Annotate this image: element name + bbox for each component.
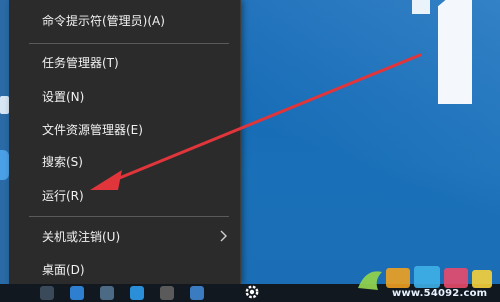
taskbar-app-icon[interactable] [190,286,204,300]
menu-divider [29,216,229,217]
menu-item-command-prompt-admin[interactable]: 命令提示符(管理员)(A) [9,5,240,35]
windows-logo-wallpaper [438,0,472,104]
menu-item-label: 设置(N) [42,89,85,104]
menu-item-settings[interactable]: 设置(N) [9,81,240,111]
taskbar-app-icon[interactable] [160,286,174,300]
menu-item-file-explorer[interactable]: 文件资源管理器(E) [9,114,240,144]
menu-item-label: 命令提示符(管理员)(A) [42,13,165,28]
menu-item-label: 任务管理器(T) [42,55,119,70]
windows-logo-wallpaper-top [412,0,430,14]
menu-item-label: 文件资源管理器(E) [42,122,143,137]
chevron-right-icon [220,230,227,242]
watermark-site-text: www.54092.com [392,288,488,299]
menu-divider [29,43,229,44]
menu-item-task-manager[interactable]: 任务管理器(T) [9,47,240,77]
winx-context-menu: 命令提示符(管理员)(A) 任务管理器(T) 设置(N) 文件资源管理器(E) … [9,0,241,284]
menu-item-label: 桌面(D) [42,262,85,277]
menu-item-label: 运行(R) [42,188,84,203]
desktop-shortcut-icon[interactable] [0,150,9,180]
menu-item-shutdown-signout[interactable]: 关机或注销(U) [9,221,240,251]
menu-item-label: 关机或注销(U) [42,229,121,244]
menu-item-label: 搜索(S) [42,154,83,169]
taskbar-app-icon[interactable] [100,286,114,300]
taskbar-app-icon[interactable] [130,286,144,300]
gear-icon[interactable] [243,283,261,301]
menu-item-desktop[interactable]: 桌面(D) [9,254,240,284]
menu-item-run[interactable]: 运行(R) [9,180,240,210]
taskbar-app-icon[interactable] [40,286,54,300]
taskbar-app-icon[interactable] [70,286,84,300]
desktop-shortcut-icon[interactable] [0,96,9,114]
menu-item-search[interactable]: 搜索(S) [9,146,240,176]
